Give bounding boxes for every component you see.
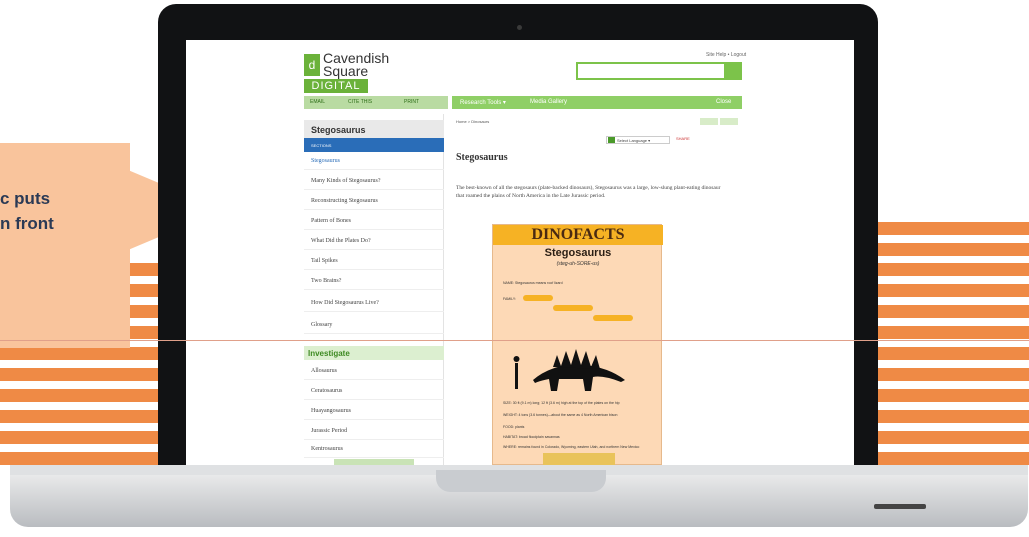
top-links[interactable]: Site Help • Logout bbox=[706, 52, 746, 58]
main-content: Home > Dinosaurs Select Language ▾ SHARE… bbox=[448, 114, 742, 465]
range-map bbox=[543, 453, 615, 465]
investigate-item[interactable]: Huayangosaurus bbox=[304, 402, 444, 420]
stripe bbox=[856, 243, 1029, 256]
next-button[interactable] bbox=[720, 118, 738, 125]
investigate-item[interactable]: Jurassic Period bbox=[304, 422, 444, 440]
cite-button[interactable]: CITE THIS bbox=[348, 99, 372, 105]
camera-icon bbox=[517, 25, 522, 30]
era-bar bbox=[553, 305, 593, 311]
stage: c puts n front d Cavendish Square DIGITA… bbox=[0, 0, 1029, 537]
logo-digital: DIGITAL bbox=[304, 79, 368, 93]
stripe bbox=[856, 326, 1029, 339]
stripe bbox=[0, 410, 160, 423]
stripe bbox=[0, 368, 160, 381]
speaker-icon bbox=[874, 504, 926, 509]
sidebar-item[interactable]: Two Brains? bbox=[304, 272, 444, 290]
poster-name-line: NAME: Stegosaurus means roof lizard bbox=[503, 281, 563, 285]
close-button[interactable]: Close bbox=[716, 99, 731, 105]
poster-header: DINOFACTS bbox=[493, 225, 663, 245]
sidebar-item[interactable]: Stegosaurus bbox=[304, 152, 444, 170]
investigate-header: Investigate bbox=[304, 346, 444, 360]
investigate-item[interactable]: Kentrosaurus bbox=[304, 440, 444, 458]
stripe bbox=[856, 389, 1029, 402]
era-bar bbox=[523, 295, 553, 301]
laptop-notch bbox=[436, 470, 606, 492]
stripe bbox=[856, 452, 1029, 465]
sidebar: Stegosaurus SECTIONS Stegosaurus Many Ki… bbox=[304, 114, 444, 465]
stegosaurus-silhouette bbox=[513, 349, 625, 391]
callout-text: c puts n front bbox=[0, 186, 54, 236]
stripe bbox=[856, 368, 1029, 381]
page-title: Stegosaurus bbox=[456, 152, 508, 163]
search-input[interactable] bbox=[576, 62, 742, 80]
poster-habitat: HABITAT: broad floodplain savannas bbox=[503, 435, 560, 439]
media-gallery-link[interactable]: Media Gallery bbox=[530, 99, 567, 105]
translate-icon bbox=[608, 137, 615, 143]
callout-line-1: c puts bbox=[0, 189, 51, 208]
era-bar bbox=[593, 315, 633, 321]
breadcrumb[interactable]: Home > Dinosaurs bbox=[456, 119, 489, 124]
callout-line-2: n front bbox=[0, 214, 54, 233]
stripe bbox=[856, 263, 1029, 276]
sidebar-item[interactable]: Many Kinds of Stegosaurus? bbox=[304, 172, 444, 190]
stripe bbox=[856, 305, 1029, 318]
sections-header: SECTIONS bbox=[304, 138, 444, 152]
stripe bbox=[0, 347, 160, 360]
text-size-button[interactable] bbox=[700, 118, 718, 125]
laptop-screen: d Cavendish Square DIGITAL Site Help • L… bbox=[186, 40, 854, 465]
sidebar-item[interactable]: Glossary bbox=[304, 316, 444, 334]
share-button[interactable]: SHARE bbox=[676, 136, 736, 144]
logo-mark: d bbox=[304, 54, 320, 76]
sidebar-item[interactable]: Reconstructing Stegosaurus bbox=[304, 192, 444, 210]
email-button[interactable]: EMAIL bbox=[310, 99, 325, 105]
callout-box bbox=[0, 143, 130, 348]
stripe bbox=[856, 347, 1029, 360]
poster-name: Stegosaurus bbox=[544, 247, 612, 259]
stripe bbox=[856, 431, 1029, 444]
poster-food: FOOD: plants bbox=[503, 425, 525, 429]
stripe bbox=[856, 410, 1029, 423]
language-select[interactable]: Select Language ▾ bbox=[606, 136, 670, 144]
stripe bbox=[856, 222, 1029, 235]
sidebar-item[interactable]: Pattern of Bones bbox=[304, 212, 444, 230]
stripe bbox=[856, 284, 1029, 297]
reflection-line bbox=[0, 340, 1029, 341]
poster-family: FAMILY: bbox=[503, 297, 516, 301]
investigate-item[interactable]: Allosaurus bbox=[304, 362, 444, 380]
research-tools-menu[interactable]: Research Tools ▾ bbox=[460, 99, 506, 106]
search-button[interactable] bbox=[724, 62, 742, 80]
poster-pronunciation: (steg-uh-SORE-us) bbox=[556, 261, 600, 267]
stripe bbox=[0, 452, 160, 465]
poster-size: SIZE: 30 ft (9.1 m) long; 12 ft (3.6 m) … bbox=[503, 401, 620, 405]
stripe bbox=[0, 431, 160, 444]
dinofacts-poster: DINOFACTS Stegosaurus (steg-uh-SORE-us) … bbox=[492, 224, 663, 465]
toolbar: EMAIL CITE THIS PRINT bbox=[304, 96, 448, 109]
logo-line-2: Square bbox=[323, 63, 369, 79]
poster-weight: WEIGHT: 4 tons (3.6 tonnes)—about the sa… bbox=[503, 413, 618, 417]
nav-bar: Research Tools ▾ Media Gallery Close bbox=[452, 96, 742, 109]
print-button[interactable]: PRINT bbox=[404, 99, 419, 105]
sidebar-item[interactable]: What Did the Plates Do? bbox=[304, 232, 444, 250]
stripe bbox=[0, 389, 160, 402]
website: d Cavendish Square DIGITAL Site Help • L… bbox=[186, 40, 854, 465]
poster-where: WHERE: remains found in Colorado, Wyomin… bbox=[503, 445, 640, 449]
sidebar-item[interactable]: Tail Spikes bbox=[304, 252, 444, 270]
sidebar-item[interactable]: How Did Stegosaurus Live? bbox=[304, 294, 444, 312]
sidebar-title: Stegosaurus bbox=[304, 120, 444, 138]
intro-paragraph: The best-known of all the stegosaurs (pl… bbox=[456, 185, 721, 199]
investigate-item[interactable]: Ceratosaurus bbox=[304, 382, 444, 400]
